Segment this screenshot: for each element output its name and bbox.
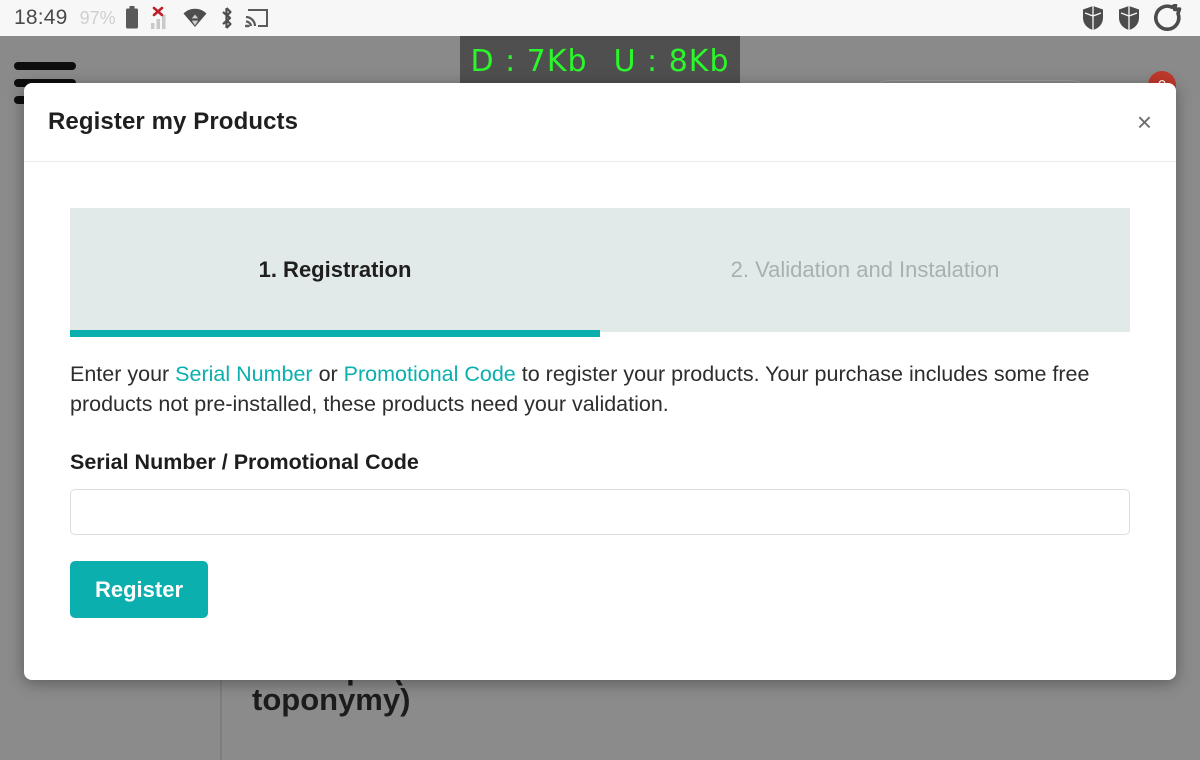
instructions-text: Enter your Serial Number or Promotional …: [70, 360, 1090, 419]
modal-header: Register my Products ×: [24, 83, 1176, 162]
modal-body: 1. Registration 2. Validation and Instal…: [24, 162, 1176, 619]
tab-validation-and-instalation[interactable]: 2. Validation and Instalation: [600, 208, 1130, 332]
promotional-code-link[interactable]: Promotional Code: [344, 362, 516, 386]
register-button[interactable]: Register: [70, 561, 209, 619]
network-speed-monitor: D : 7Kb U : 8Kb: [460, 36, 740, 87]
registration-steps-tabs: 1. Registration 2. Validation and Instal…: [70, 208, 1130, 337]
screen-root: 18:49 97% toponymy) D: 7Kb U: 8Kb Regi…: [0, 0, 1200, 760]
network-download-speed: D : 7Kb: [470, 44, 588, 79]
firefox-icon: [1154, 4, 1182, 32]
serial-number-field-label: Serial Number / Promotional Code: [70, 450, 419, 475]
wifi-icon: [183, 8, 207, 28]
close-icon[interactable]: ×: [1137, 109, 1152, 135]
bluetooth-icon: [218, 6, 234, 30]
status-bar-clock: 18:49: [14, 6, 68, 29]
serial-number-input[interactable]: [70, 489, 1130, 536]
status-bar-battery-percent: 97%: [79, 7, 116, 28]
shield-icon: [1082, 5, 1104, 31]
instructions-part-1: Enter your: [70, 362, 176, 386]
battery-icon: [125, 6, 139, 30]
shield-icon: [1118, 5, 1140, 31]
status-bar-left-icons: [125, 6, 269, 30]
instructions-part-2: or: [312, 362, 344, 386]
active-tab-underline: [70, 330, 600, 337]
cell-signal-no-service-icon: [150, 6, 172, 30]
status-bar-right-icons: [1082, 4, 1186, 32]
serial-number-link[interactable]: Serial Number: [175, 362, 312, 386]
network-upload-speed: U : 8Kb: [613, 44, 730, 79]
register-products-modal: Register my Products × 1. Registration 2…: [24, 83, 1176, 680]
page-title: Register my Products: [48, 108, 299, 135]
tab-registration[interactable]: 1. Registration: [70, 208, 600, 332]
android-status-bar: 18:49 97%: [0, 0, 1200, 36]
cast-icon: [244, 8, 269, 28]
